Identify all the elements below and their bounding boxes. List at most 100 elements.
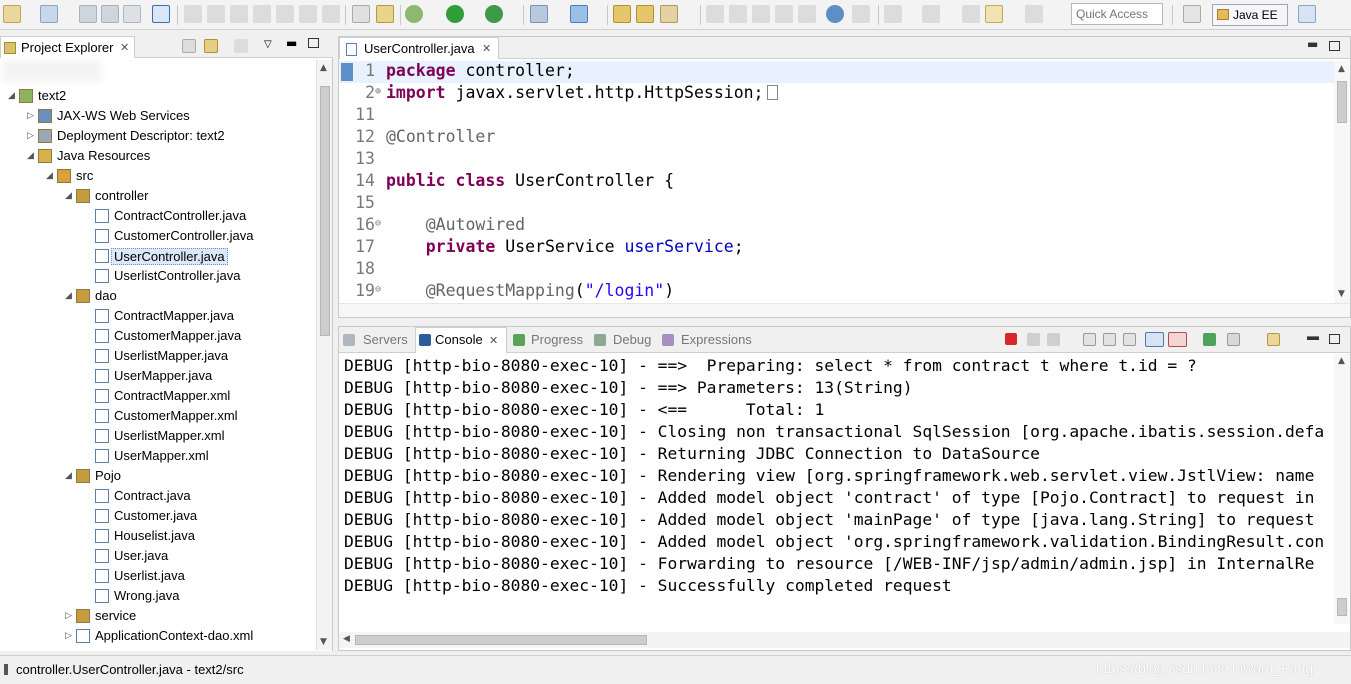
- new-class-icon[interactable]: [570, 5, 588, 23]
- scroll-up-icon[interactable]: ▲: [320, 63, 327, 73]
- expand-arrow-icon[interactable]: ▷: [65, 610, 72, 621]
- close-icon[interactable]: ✕: [489, 334, 498, 347]
- expand-arrow-icon[interactable]: ▷: [65, 630, 72, 641]
- editor-hscrollbar[interactable]: [339, 303, 1350, 317]
- code-editor[interactable]: 1 package controller; 2 ⊕ import javax.servl…: [339, 61, 1334, 303]
- show-stderr-icon[interactable]: [1168, 332, 1187, 347]
- clear-console-icon[interactable]: [1083, 333, 1096, 346]
- previous-annotation-icon[interactable]: [922, 5, 940, 23]
- view-menu-icon[interactable]: ▽: [264, 39, 272, 50]
- disconnect-icon[interactable]: [253, 5, 271, 23]
- collapse-fold-icon[interactable]: ⊖: [375, 218, 381, 229]
- edit-icon[interactable]: [729, 5, 747, 23]
- open-console-icon[interactable]: [1267, 333, 1280, 346]
- editor-scroll-thumb[interactable]: [1337, 81, 1347, 123]
- scroll-down-icon[interactable]: ▼: [1338, 289, 1345, 299]
- console-output[interactable]: DEBUG [http-bio-8080-exec-10] - ==> Prep…: [339, 354, 1334, 622]
- scroll-up-icon[interactable]: ▲: [1338, 356, 1345, 366]
- maximize-icon[interactable]: [1329, 334, 1340, 344]
- folded-imports-indicator[interactable]: [766, 85, 778, 100]
- back-icon[interactable]: [985, 5, 1003, 23]
- code-line[interactable]: 12 @Controller: [339, 127, 1334, 149]
- resume-icon[interactable]: [184, 5, 202, 23]
- console-scrollbar[interactable]: ▲: [1334, 354, 1350, 624]
- code-line[interactable]: 18: [339, 259, 1334, 281]
- expand-arrow-icon[interactable]: ▷: [27, 130, 34, 141]
- maximize-icon[interactable]: [308, 38, 319, 48]
- skip-breakpoints-icon[interactable]: [152, 5, 170, 23]
- console-hscrollbar[interactable]: ◀: [339, 632, 1350, 648]
- new-server-icon[interactable]: [530, 5, 548, 23]
- annotation-next-icon[interactable]: [706, 5, 724, 23]
- show-whitespace-icon[interactable]: [798, 5, 816, 23]
- collapse-arrow-icon[interactable]: ◢: [27, 150, 34, 161]
- minimize-icon[interactable]: ▬: [1307, 37, 1318, 51]
- toggle-icon[interactable]: [852, 5, 870, 23]
- word-wrap-icon[interactable]: [1123, 333, 1136, 346]
- tab-expressions[interactable]: Expressions: [681, 332, 752, 347]
- new-project-icon[interactable]: [40, 5, 58, 23]
- explorer-scrollbar[interactable]: ▲ ▼: [316, 60, 332, 650]
- editor-scrollbar[interactable]: ▲ ▼: [1334, 61, 1350, 303]
- use-step-filters-icon[interactable]: [376, 5, 394, 23]
- tab-progress[interactable]: Progress: [531, 332, 583, 347]
- debug-run-icon[interactable]: [405, 5, 423, 23]
- step-into-icon[interactable]: [276, 5, 294, 23]
- explorer-scroll-thumb[interactable]: [320, 86, 330, 336]
- collapse-all-icon[interactable]: [182, 39, 196, 53]
- display-console-icon[interactable]: [1227, 333, 1240, 346]
- search-icon[interactable]: [660, 5, 678, 23]
- scroll-down-icon[interactable]: ▼: [320, 637, 327, 647]
- close-icon[interactable]: ✕: [120, 41, 129, 54]
- show-stdout-icon[interactable]: [1145, 332, 1164, 347]
- close-icon[interactable]: ✕: [482, 42, 491, 55]
- open-task-icon[interactable]: [636, 5, 654, 23]
- run-external-icon[interactable]: [485, 5, 503, 23]
- tab-project-explorer[interactable]: Project Explorer ✕: [0, 36, 135, 58]
- code-line[interactable]: 1 package controller;: [339, 61, 1334, 83]
- collapse-arrow-icon[interactable]: ◢: [8, 90, 15, 101]
- code-line[interactable]: 19 ⊖ @RequestMapping("/login"): [339, 281, 1334, 303]
- collapse-arrow-icon[interactable]: ◢: [65, 470, 72, 481]
- remove-all-icon[interactable]: [1047, 333, 1060, 346]
- scroll-up-icon[interactable]: ▲: [1338, 64, 1345, 74]
- pin-console-icon[interactable]: [1203, 333, 1216, 346]
- new-icon[interactable]: [3, 5, 21, 23]
- code-line[interactable]: 13: [339, 149, 1334, 171]
- expand-fold-icon[interactable]: ⊕: [375, 86, 381, 97]
- block-selection-icon[interactable]: [775, 5, 793, 23]
- save-all-icon[interactable]: [101, 5, 119, 23]
- save-icon[interactable]: [79, 5, 97, 23]
- format-icon[interactable]: [752, 5, 770, 23]
- code-line[interactable]: 14 public class UserController {: [339, 171, 1334, 193]
- link-editor-icon[interactable]: [204, 39, 218, 53]
- browser-icon[interactable]: [826, 5, 844, 23]
- minimize-icon[interactable]: ▬: [286, 36, 297, 50]
- tab-console[interactable]: Console: [435, 332, 483, 347]
- minimize-icon[interactable]: ▬: [1307, 329, 1319, 343]
- next-annotation-icon[interactable]: [884, 5, 902, 23]
- remove-launch-icon[interactable]: [1027, 333, 1040, 346]
- suspend-icon[interactable]: [207, 5, 225, 23]
- tab-debug[interactable]: Debug: [613, 332, 651, 347]
- console-hscroll-thumb[interactable]: [355, 635, 647, 645]
- tab-servers[interactable]: Servers: [363, 332, 408, 347]
- fast-view-icon[interactable]: [1298, 5, 1316, 23]
- console-scroll-thumb[interactable]: [1337, 598, 1347, 616]
- code-line[interactable]: 11: [339, 105, 1334, 127]
- toggle-mark-icon[interactable]: [352, 5, 370, 23]
- forward-icon[interactable]: [1025, 5, 1043, 23]
- code-line[interactable]: 15: [339, 193, 1334, 215]
- tab-user-controller[interactable]: UserController.java ✕: [339, 37, 499, 59]
- code-line[interactable]: 2 ⊕ import javax.servlet.http.HttpSession;: [339, 83, 1334, 105]
- quick-access-input[interactable]: [1071, 3, 1163, 25]
- last-edit-location-icon[interactable]: [962, 5, 980, 23]
- terminate-icon[interactable]: [1005, 333, 1017, 345]
- code-line[interactable]: 16 ⊖ @Autowired: [339, 215, 1334, 237]
- collapse-arrow-icon[interactable]: ◢: [46, 170, 53, 181]
- scroll-lock-icon[interactable]: [1103, 333, 1116, 346]
- collapse-arrow-icon[interactable]: ◢: [65, 190, 72, 201]
- expand-arrow-icon[interactable]: ▷: [27, 110, 34, 121]
- maximize-icon[interactable]: [1329, 41, 1340, 51]
- print-icon[interactable]: [123, 5, 141, 23]
